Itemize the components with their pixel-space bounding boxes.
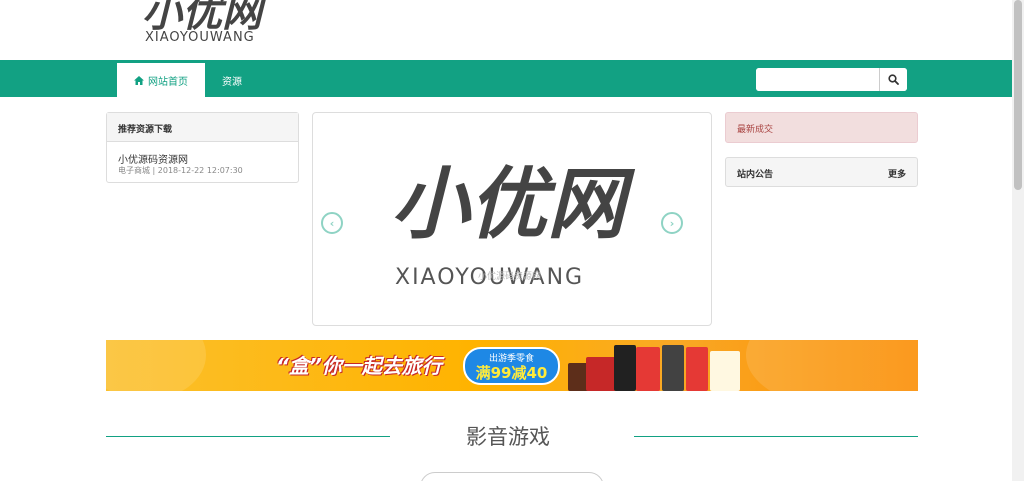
snack-image [686,347,708,391]
banner-promo-line1: 出游季零食 [488,354,534,364]
banner-decoration [106,340,206,391]
chevron-right-icon: › [669,216,675,230]
notice-more-link[interactable]: 更多 [888,167,906,180]
site-notice-panel: 站内公告 更多 [725,157,918,187]
section-divider-left [106,436,390,437]
home-icon [134,75,144,85]
section-tab-pill[interactable] [420,472,604,481]
search-button[interactable] [879,68,907,91]
logo-subtitle: XIAOYOUWANG [145,30,255,45]
banner-promo-badge: 出游季零食 满99减40 [463,347,560,385]
page-scrollbar[interactable] [1012,0,1024,481]
nav-home-label: 网站首页 [148,76,188,88]
recommend-panel-title: 推荐资源下载 [107,113,298,142]
snack-image [586,357,616,391]
svg-text:小优网: 小优网 [391,160,636,250]
site-notice-title: 站内公告 [737,170,774,180]
snack-image [662,345,684,391]
nav-home-tab[interactable]: 网站首页 [117,63,205,97]
promo-banner[interactable]: “盒”你一起去旅行 出游季零食 满99减40 [106,340,918,391]
banner-promo-line2: 满99减40 [475,364,548,382]
chevron-left-icon: ‹ [329,216,335,230]
snack-image [636,347,660,391]
carousel-prev-button[interactable]: ‹ [321,212,343,234]
main-navbar: 网站首页 资源 [0,60,1012,97]
search-input[interactable] [756,68,879,91]
recommend-item-title[interactable]: 小优源码资源网 [118,151,188,166]
recommend-panel: 推荐资源下载 小优源码资源网 电子商城 | 2018-12-22 12:07:3… [106,112,299,183]
search-box [756,68,907,91]
carousel-logo-image: 小优网 [391,160,636,250]
carousel-next-button[interactable]: › [661,212,683,234]
banner-decoration [746,340,918,391]
nav-resource-tab[interactable]: 资源 [222,73,242,88]
search-icon [888,74,899,85]
page: 小优网 XIAOYOUWANG 网站首页 资源 推荐资源下载 小优源码资源网 电… [0,0,1024,481]
snack-image [710,351,740,391]
section-title: 影音游戏 [466,425,550,449]
section-divider-right [634,436,918,437]
snack-image [614,345,636,391]
latest-deals-panel: 最新成交 [725,112,918,143]
banner-slogan: “盒”你一起去旅行 [276,354,442,378]
hero-carousel: 小优网 XIAOYOUWANG 小优源码资源网 ‹ › [312,112,712,326]
carousel-watermark: 小优源码资源网 [478,272,542,282]
scrollbar-thumb[interactable] [1014,0,1022,190]
recommend-item-meta: 电子商城 | 2018-12-22 12:07:30 [118,166,243,175]
